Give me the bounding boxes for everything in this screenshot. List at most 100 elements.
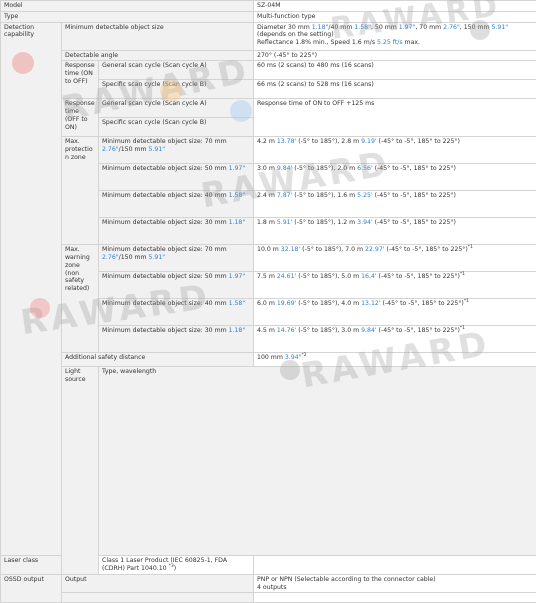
cell-text: Minimum detectable object size: 40 mm [102, 300, 229, 307]
cell-text: 2.4 m [257, 192, 277, 199]
cell-text: Minimum detectable object size: 30 mm [102, 219, 229, 226]
cell-text: (-5° to 185°), 3.0 m [296, 327, 361, 334]
group-label-ossd: OSSD output [1, 574, 62, 603]
table-row-min-object: Detection capabilityMinimum detectable o… [1, 22, 536, 50]
table-row-response-on-off: Response time (ON to OFF)General scan cy… [1, 61, 536, 80]
row-label: Specific scan cycle (Scan cycle B) [99, 118, 254, 137]
imperial-value: 13.12' [361, 300, 380, 307]
row-label: Laser class [1, 556, 99, 575]
subgroup-label: Response time (ON to OFF) [62, 61, 99, 99]
footnote-ref: *1 [464, 299, 469, 304]
row-value: 2.4 m 7.87' (-5° to 185°), 1.6 m 5.25' (… [254, 191, 536, 218]
row-label: Type, wavelength [99, 367, 536, 556]
imperial-value: 5.91" [492, 24, 509, 31]
imperial-value: 2.76" [102, 146, 119, 153]
row-value: 4.2 m 13.78' (-5° to 185°), 2.8 m 9.19' … [254, 137, 536, 164]
row-label: Minimum detectable object size: 70 mm 2.… [99, 137, 254, 164]
imperial-value: 2.76" [102, 254, 119, 261]
table-row-light-source: Light sourceType, wavelengthInfrared las… [1, 367, 536, 556]
table-row-ossd-extra [1, 593, 536, 603]
cell-text: Minimum detectable object size: 70 mm [102, 246, 227, 253]
imperial-value: 1.58" [354, 24, 371, 31]
row-label: General scan cycle (Scan cycle A) [99, 61, 254, 80]
imperial-value: 1.18" [312, 24, 329, 31]
table-row-protection-zone: Max. protection zoneMinimum detectable o… [1, 137, 536, 164]
row-value: 100 mm 3.94"*2 [254, 353, 536, 367]
cell-text: 10.0 m [257, 246, 281, 253]
cell-text: (depends on the setting) [257, 31, 334, 38]
imperial-value: 1.18" [229, 327, 246, 334]
cell-text: PNP or NPN (Selectable according to the … [257, 576, 436, 583]
imperial-value: 14.76' [277, 327, 296, 334]
cell-text: 1.8 m [257, 219, 277, 226]
imperial-value: 19.69' [277, 300, 296, 307]
row-label: Model [1, 1, 254, 12]
imperial-value: 9.84' [361, 327, 376, 334]
table-row-angle: Detectable angle270° (-45° to 225°) [1, 50, 536, 61]
row-value: Multi-function type [254, 11, 536, 22]
imperial-value: 5.25 ft/s [377, 39, 403, 46]
footnote-ref: *2 [301, 353, 306, 358]
cell-text: /150 mm [119, 146, 149, 153]
row-label: Minimum detectable object size: 30 mm 1.… [99, 218, 254, 245]
cell-text: 3.0 m [257, 165, 277, 172]
imperial-value: 1.58" [229, 300, 246, 307]
row-label: Specific scan cycle (Scan cycle B) [99, 80, 254, 99]
row-value: Diameter 30 mm 1.18"/40 mm 1.58", 50 mm … [254, 22, 536, 50]
row-label: Detectable angle [62, 50, 254, 61]
cell-text: Minimum detectable object size: 70 mm [102, 138, 227, 145]
cell-text: 4.2 m [257, 138, 277, 145]
cell-text: Reflectance 1.8% min., Speed 1.6 m/s [257, 39, 377, 46]
subgroup-label: Response time (OFF to ON) [62, 99, 99, 137]
row-label: Minimum detectable object size [62, 22, 254, 50]
cell-text: Class 1 Laser Product (IEC 60825-1, FDA … [102, 557, 227, 572]
cell-text: (-45° to -5°, 185° to 225°) [377, 327, 460, 334]
row-value: PNP or NPN (Selectable according to the … [254, 574, 536, 593]
row-value: 66 ms (2 scans) to 528 ms (16 scans) [254, 80, 536, 99]
group-label-light-source: Light source [62, 367, 99, 575]
cell-text: (-45° to -5°, 185° to 225°) [377, 273, 460, 280]
imperial-value: 6.56' [357, 165, 372, 172]
imperial-value: 5.91" [149, 254, 166, 261]
spec-table: ModelSZ-04MTypeMulti-function typeDetect… [0, 0, 536, 603]
row-value: 10.0 m 32.18' (-5° to 185°), 7.0 m 22.97… [254, 245, 536, 272]
cell-text: (-45° to -5°, 185° to 225°) [373, 165, 456, 172]
cell-text: (-5° to 185°), 2.0 m [292, 165, 357, 172]
cell-text: (-45° to -5°, 185° to 225°) [384, 246, 467, 253]
imperial-value: 1.97" [229, 273, 246, 280]
table-row-additional-distance: Additional safety distance100 mm 3.94"*2 [1, 353, 536, 367]
cell-text: 4 outputs [257, 584, 287, 591]
imperial-value: 1.58" [229, 192, 246, 199]
cell-text: 4.5 m [257, 327, 277, 334]
imperial-value: 9.19' [361, 138, 376, 145]
cell-text: /150 mm [119, 254, 149, 261]
cell-text: /40 mm [328, 24, 354, 31]
cell-text: (-45° to -5°, 185° to 225°) [381, 300, 464, 307]
row-value: 3.0 m 9.84' (-5° to 185°), 2.0 m 6.56' (… [254, 164, 536, 191]
row-label: General scan cycle (Scan cycle A) [99, 99, 254, 118]
cell-text: (-45° to -5°, 185° to 225°) [373, 192, 456, 199]
cell-text: Minimum detectable object size: 40 mm [102, 192, 229, 199]
table-row-model: ModelSZ-04M [1, 1, 536, 12]
row-label: Minimum detectable object size: 70 mm 2.… [99, 245, 254, 272]
footnote-ref: *1 [460, 326, 465, 331]
imperial-value: 7.87' [277, 192, 292, 199]
table-row-warning-zone: Max. warning zone (non safety related)Mi… [1, 245, 536, 272]
row-label: Minimum detectable object size: 50 mm 1.… [99, 164, 254, 191]
cell-text: (-5° to 185°), 5.0 m [296, 273, 361, 280]
table-row-type: TypeMulti-function type [1, 11, 536, 22]
row-label: Additional safety distance [62, 353, 254, 367]
row-value: Response time of ON to OFF +125 ms [254, 99, 536, 137]
cell-text: ) [174, 565, 176, 572]
cell-text: , 150 mm [460, 24, 492, 31]
group-label-detection: Detection capability [1, 22, 62, 556]
row-value [254, 593, 536, 603]
row-value: 6.0 m 19.69' (-5° to 185°), 4.0 m 13.12'… [254, 299, 536, 326]
imperial-value: 1.18" [229, 219, 246, 226]
cell-text: Diameter 30 mm [257, 24, 312, 31]
row-value: 60 ms (2 scans) to 480 ms (16 scans) [254, 61, 536, 80]
row-value: 1.8 m 5.91' (-5° to 185°), 1.2 m 3.94' (… [254, 218, 536, 245]
cell-text: 100 mm [257, 354, 285, 361]
row-value: SZ-04M [254, 1, 536, 12]
row-value: 7.5 m 24.61' (-5° to 185°), 5.0 m 16.4' … [254, 272, 536, 299]
